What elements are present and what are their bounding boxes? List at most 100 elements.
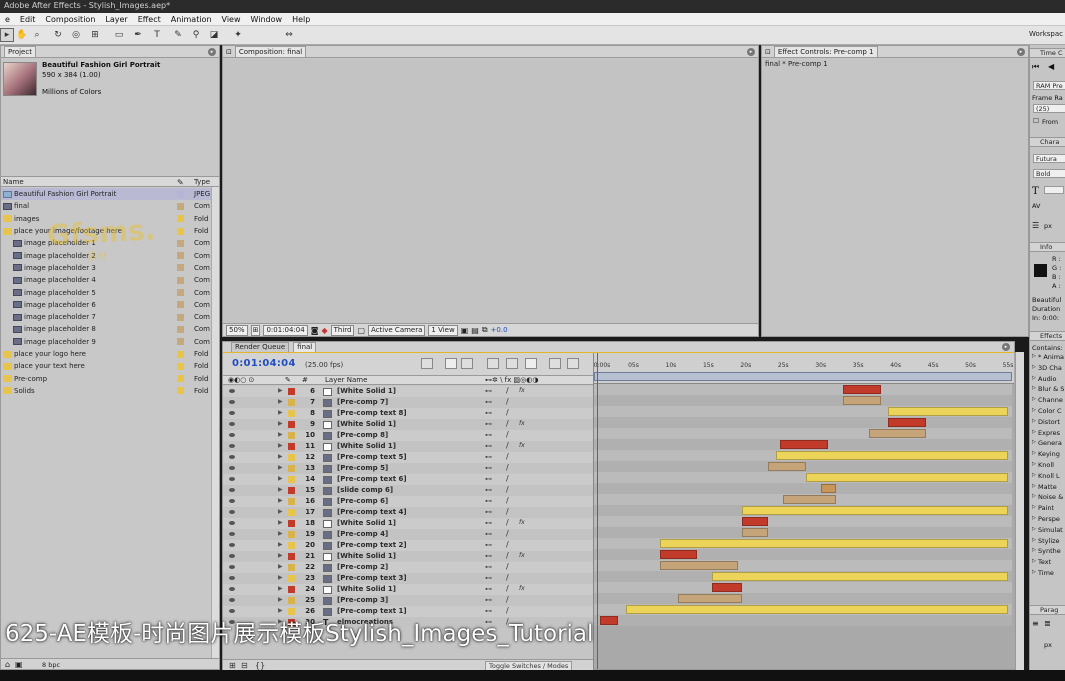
- flowchart-icon[interactable]: ⧉: [482, 325, 488, 335]
- layer-name[interactable]: [slide comp 6]: [337, 486, 393, 494]
- disclosure-triangle-icon[interactable]: ▷: [1032, 353, 1036, 359]
- font-style-select[interactable]: Bold: [1033, 169, 1065, 178]
- project-item[interactable]: image placeholder 4 Com: [1, 274, 211, 286]
- time-controls-header[interactable]: Time C: [1030, 48, 1065, 58]
- effects-category-item[interactable]: * Anima ▷: [1032, 353, 1064, 361]
- disclosure-triangle-icon[interactable]: ▷: [1032, 429, 1036, 435]
- layer-twirl-icon[interactable]: ▶: [278, 508, 283, 515]
- label-color-swatch[interactable]: [177, 252, 184, 260]
- layer-duration-bar[interactable]: [742, 506, 1008, 515]
- layer-twirl-icon[interactable]: ▶: [278, 519, 283, 526]
- layer-duration-bar[interactable]: [599, 616, 619, 625]
- layer-twirl-icon[interactable]: ▶: [278, 431, 283, 438]
- layer-row[interactable]: ▶ 7 [Pre-comp 7] ⊷ /: [223, 397, 593, 408]
- shy-switch-icon[interactable]: ⊷: [485, 420, 492, 428]
- layer-row[interactable]: ▶ 6 [White Solid 1] ⊷ / fx: [223, 386, 593, 397]
- disclosure-triangle-icon[interactable]: ▷: [1032, 407, 1036, 413]
- shy-switch-icon[interactable]: ⊷: [485, 563, 492, 571]
- layer-twirl-icon[interactable]: ▶: [278, 585, 283, 592]
- layer-twirl-icon[interactable]: ▶: [278, 596, 283, 603]
- label-color-swatch[interactable]: [177, 350, 184, 358]
- visibility-eye-icon[interactable]: [229, 433, 235, 437]
- layer-twirl-icon[interactable]: ▶: [278, 563, 283, 570]
- menu-animation[interactable]: Animation: [166, 13, 217, 26]
- visibility-eye-icon[interactable]: [229, 488, 235, 492]
- disclosure-triangle-icon[interactable]: ▷: [1032, 569, 1036, 575]
- effects-category-item[interactable]: Knoll L ▷: [1032, 472, 1060, 480]
- live-update-icon[interactable]: [445, 358, 457, 369]
- hand-tool-icon[interactable]: ✋: [15, 28, 29, 42]
- shy-switch-icon[interactable]: ⊷: [485, 508, 492, 516]
- layer-row[interactable]: ▶ 24 [White Solid 1] ⊷ / fx: [223, 584, 593, 595]
- effects-category-item[interactable]: Paint ▷: [1032, 504, 1054, 512]
- layer-row[interactable]: ▶ 8 [Pre-comp text 8] ⊷ /: [223, 408, 593, 419]
- layer-duration-bar[interactable]: [888, 418, 926, 427]
- layer-label-swatch[interactable]: [288, 410, 295, 417]
- shy-switch-icon[interactable]: ⊷: [485, 541, 492, 549]
- lock-icon[interactable]: ⊡: [226, 48, 232, 56]
- label-color-swatch[interactable]: [177, 215, 184, 223]
- label-color-swatch[interactable]: [177, 190, 184, 198]
- timeline-graph-area[interactable]: 0:00s 05s 10s 15s 20s 25s 30s 35s 40s 45s 50s 55s: [593, 353, 1015, 669]
- menu-window[interactable]: Window: [246, 13, 288, 26]
- channels-icon[interactable]: ◆: [321, 326, 327, 335]
- tab-composition[interactable]: Composition: final: [234, 46, 307, 57]
- label-column-icon[interactable]: ✎: [285, 376, 291, 385]
- work-area-bar[interactable]: [594, 372, 1012, 381]
- layer-name[interactable]: [Pre-comp 4]: [337, 530, 388, 538]
- paragraph-header[interactable]: Parag: [1030, 605, 1065, 615]
- layer-label-swatch[interactable]: [288, 586, 295, 593]
- layer-duration-bar[interactable]: [659, 539, 1008, 548]
- visibility-eye-icon[interactable]: [229, 598, 235, 602]
- layer-label-swatch[interactable]: [288, 399, 295, 406]
- visibility-eye-icon[interactable]: [229, 565, 235, 569]
- visibility-eye-icon[interactable]: [229, 576, 235, 580]
- layer-name[interactable]: [White Solid 1]: [337, 387, 396, 395]
- layer-label-swatch[interactable]: [288, 520, 295, 527]
- timeline-timecode[interactable]: 0:01:04:04: [232, 358, 296, 369]
- new-folder-icon[interactable]: ▣: [15, 660, 23, 669]
- current-time[interactable]: 0:01:04:04: [263, 324, 308, 336]
- quality-switch-icon[interactable]: /: [506, 496, 509, 505]
- visibility-eye-icon[interactable]: [229, 609, 235, 613]
- graph-editor-icon[interactable]: [567, 358, 579, 369]
- layer-row[interactable]: ▶ 19 [Pre-comp 4] ⊷ /: [223, 529, 593, 540]
- shy-switch-icon[interactable]: ⊷: [485, 596, 492, 604]
- layer-duration-bar[interactable]: [659, 561, 739, 570]
- quality-switch-icon[interactable]: /: [506, 584, 509, 593]
- effects-category-item[interactable]: Time ▷: [1032, 569, 1054, 577]
- disclosure-triangle-icon[interactable]: ▷: [1032, 526, 1036, 532]
- shy-switch-icon[interactable]: ⊷: [485, 442, 492, 450]
- disclosure-triangle-icon[interactable]: ▷: [1032, 515, 1036, 521]
- effects-category-item[interactable]: Perspe ▷: [1032, 515, 1060, 523]
- quality-switch-icon[interactable]: /: [506, 485, 509, 494]
- visibility-eye-icon[interactable]: [229, 477, 235, 481]
- quality-switch-icon[interactable]: /: [506, 562, 509, 571]
- layer-label-swatch[interactable]: [288, 476, 295, 483]
- layer-duration-bar[interactable]: [869, 429, 926, 438]
- quality-switch-icon[interactable]: /: [506, 573, 509, 582]
- transfer-controls-icon[interactable]: ⊟: [241, 661, 248, 670]
- motion-blur-icon[interactable]: [525, 358, 537, 369]
- disclosure-triangle-icon[interactable]: ▷: [1032, 537, 1036, 543]
- visibility-eye-icon[interactable]: [229, 466, 235, 470]
- effects-category-item[interactable]: Synthe ▷: [1032, 547, 1061, 555]
- layer-duration-bar[interactable]: [712, 572, 1008, 581]
- layer-label-swatch[interactable]: [288, 465, 295, 472]
- project-item[interactable]: place your logo here Fold: [1, 348, 211, 360]
- grid-icon[interactable]: ⊞: [250, 324, 261, 336]
- layer-duration-bar[interactable]: [843, 396, 881, 405]
- shy-switch-icon[interactable]: ⊷: [485, 552, 492, 560]
- layer-name[interactable]: [White Solid 1]: [337, 585, 396, 593]
- effects-category-item[interactable]: Color C ▷: [1032, 407, 1062, 415]
- effects-category-item[interactable]: Keying ▷: [1032, 450, 1060, 458]
- camera-select[interactable]: Active Camera: [368, 324, 426, 336]
- layer-label-swatch[interactable]: [288, 388, 295, 395]
- layer-label-swatch[interactable]: [288, 443, 295, 450]
- layer-row[interactable]: ▶ 20 [Pre-comp text 2] ⊷ /: [223, 540, 593, 551]
- eraser-tool-icon[interactable]: ◪: [207, 28, 221, 42]
- shy-switch-icon[interactable]: ⊷: [485, 387, 492, 395]
- shy-switch-icon[interactable]: ⊷: [485, 519, 492, 527]
- project-item[interactable]: Solids Fold: [1, 385, 211, 397]
- snapshot-icon[interactable]: ◙: [311, 326, 319, 335]
